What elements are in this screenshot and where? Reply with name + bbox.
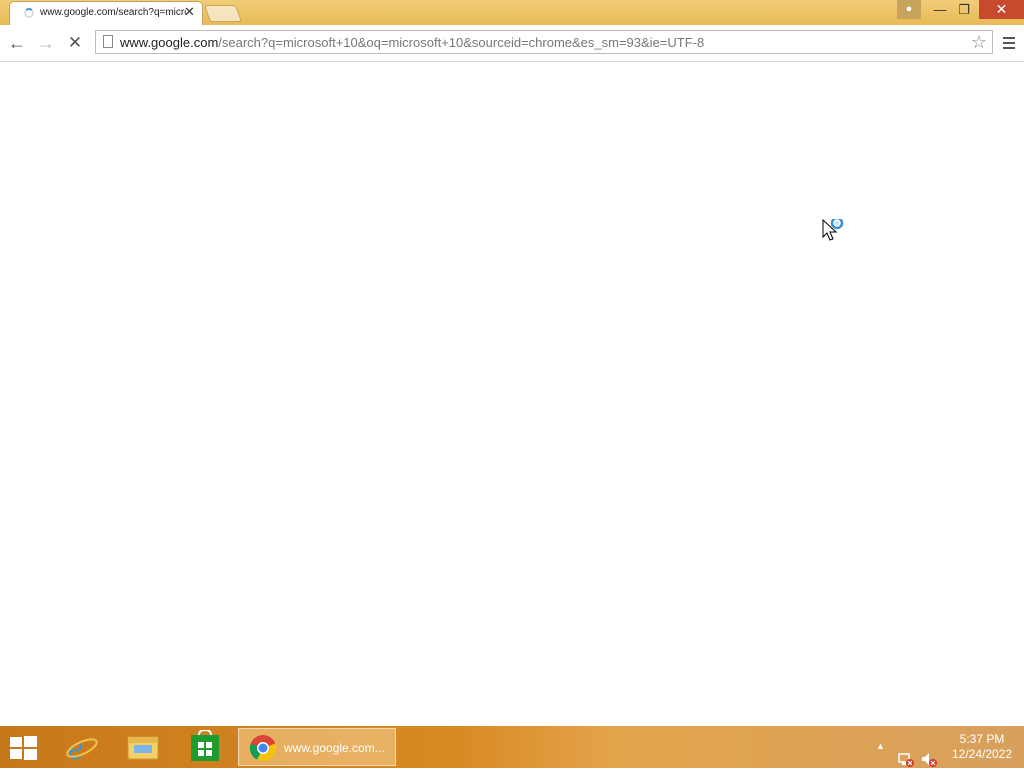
- internet-explorer-icon[interactable]: e: [62, 730, 102, 767]
- address-bar[interactable]: www.google.com/search?q=microsoft+10&oq=…: [95, 30, 993, 54]
- network-icon[interactable]: [897, 739, 915, 781]
- show-hidden-icons-button[interactable]: ▲: [876, 741, 885, 783]
- address-bar-url: www.google.com/search?q=microsoft+10&oq=…: [120, 35, 704, 50]
- new-tab-button[interactable]: [203, 5, 243, 22]
- clock-time: 5:37 PM: [959, 732, 1005, 746]
- stop-loading-button[interactable]: ✕: [62, 30, 88, 56]
- url-path: /search?q=microsoft+10&oq=microsoft+10&s…: [218, 35, 705, 50]
- taskbar-chrome-window[interactable]: www.google.com...: [238, 728, 396, 766]
- clock-date: 12/24/2022: [951, 747, 1013, 761]
- browser-title-bar: www.google.com/search?q=microsoft+10&oq=…: [0, 0, 1024, 25]
- windows-start-button[interactable]: [10, 736, 38, 760]
- svg-text:e: e: [68, 730, 83, 764]
- tab-close-icon[interactable]: ✕: [184, 4, 195, 20]
- windows-taskbar: e www.google.com... ▲ 5:37 PM 12/24/2022: [0, 726, 1024, 768]
- file-explorer-icon[interactable]: [123, 730, 163, 764]
- page-icon: [103, 35, 113, 48]
- loading-spinner-icon: [24, 8, 34, 18]
- user-profile-icon[interactable]: ●: [897, 0, 921, 19]
- tab-title: www.google.com/search?q=microsoft+10&oq=…: [40, 7, 186, 18]
- bookmark-star-icon[interactable]: ☆: [971, 32, 987, 53]
- minimize-button[interactable]: —: [927, 0, 953, 19]
- back-button[interactable]: ←: [4, 30, 30, 56]
- restore-button[interactable]: ❐: [951, 0, 977, 19]
- tab-active[interactable]: www.google.com/search?q=microsoft+10&oq=…: [10, 2, 202, 25]
- taskbar-window-label: www.google.com...: [284, 741, 385, 755]
- close-window-button[interactable]: ✕: [979, 0, 1024, 19]
- system-clock[interactable]: 5:37 PM 12/24/2022: [944, 732, 1020, 762]
- chrome-icon: [249, 735, 277, 762]
- browser-toolbar: ← → ✕ www.google.com/search?q=microsoft+…: [0, 25, 1024, 62]
- url-host: www.google.com: [120, 35, 219, 50]
- chrome-menu-button[interactable]: [999, 30, 1019, 56]
- busy-cursor-icon: [822, 219, 844, 241]
- forward-button[interactable]: →: [33, 30, 59, 56]
- volume-muted-icon[interactable]: [920, 739, 938, 781]
- store-icon[interactable]: [185, 728, 225, 764]
- page-content: [0, 62, 1024, 726]
